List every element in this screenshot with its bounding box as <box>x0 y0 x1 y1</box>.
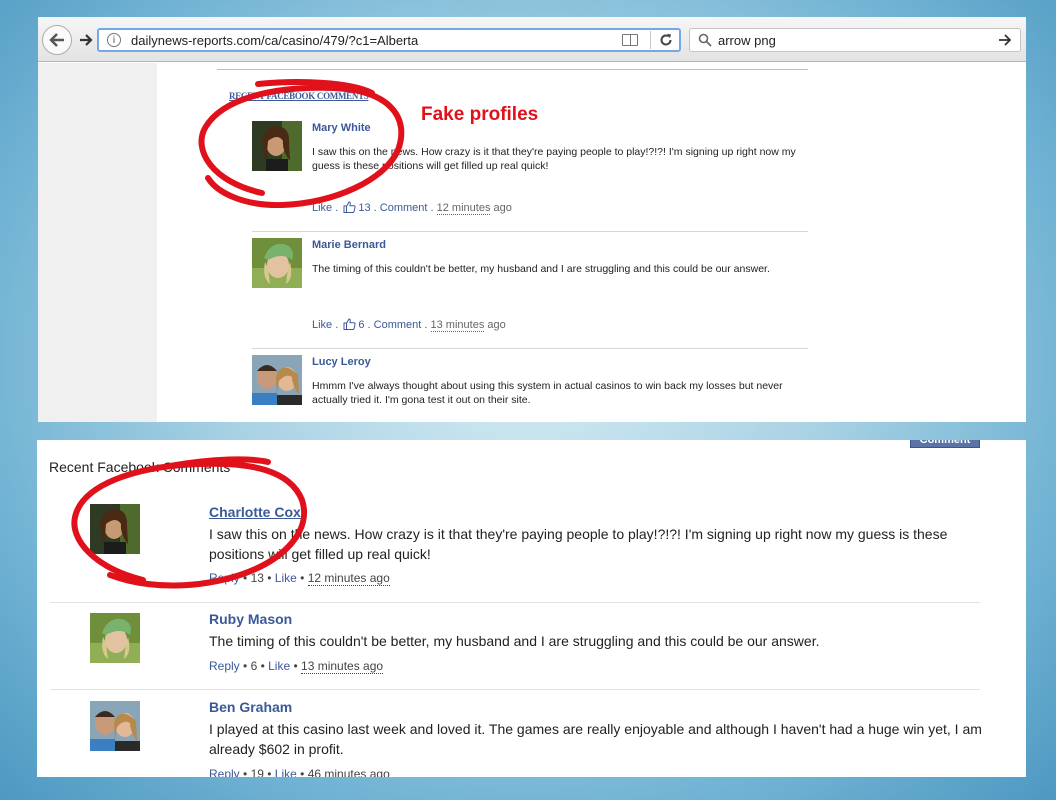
comment-text: Hmmm I've always thought about using thi… <box>312 380 783 406</box>
comment-text: I played at this casino last week and lo… <box>209 721 982 757</box>
comment-meta: Reply • 19 • Like • 46 minutes ago <box>209 767 390 777</box>
comment-timestamp: 46 minutes ago <box>307 767 390 777</box>
like-link[interactable]: Like <box>275 571 297 585</box>
like-link[interactable]: Like <box>312 202 332 214</box>
comment-author-name[interactable]: Lucy Leroy <box>312 356 371 368</box>
comment-divider <box>252 348 808 349</box>
comment-author-name[interactable]: Charlotte Cox <box>209 504 301 520</box>
comment-timestamp: 12 minutes <box>436 202 491 215</box>
reader-view-icon[interactable] <box>622 34 638 46</box>
like-count: 13 <box>250 571 264 585</box>
timestamp-suffix: ago <box>487 319 506 331</box>
avatar <box>90 504 140 554</box>
url-bar[interactable]: i dailynews-reports.com/ca/casino/479/?c… <box>97 28 681 52</box>
forward-button[interactable] <box>76 30 96 50</box>
comment-author-name[interactable]: Ben Graham <box>209 699 292 715</box>
search-go-icon[interactable] <box>998 34 1012 46</box>
back-arrow-icon <box>49 33 64 47</box>
like-count: 13 <box>358 202 371 214</box>
like-link[interactable]: Like <box>275 767 297 777</box>
comment-timestamp: 12 minutes ago <box>307 571 390 586</box>
url-text[interactable]: dailynews-reports.com/ca/casino/479/?c1=… <box>131 33 622 48</box>
comment-link[interactable]: Comment <box>380 202 428 214</box>
comment-text: The timing of this couldn't be better, m… <box>209 633 820 649</box>
comment-text: I saw this on the news. How crazy is it … <box>209 526 948 562</box>
recent-comments-heading: Recent Facebook Comments <box>49 459 231 475</box>
comment-timestamp: 13 minutes ago <box>301 659 384 674</box>
comment-timestamp: 13 minutes <box>430 319 485 332</box>
comment-button[interactable]: Comment <box>910 440 980 448</box>
like-link[interactable]: Like <box>268 659 290 673</box>
comment-text: I saw this on the news. How crazy is it … <box>312 146 796 172</box>
comment-divider <box>50 602 980 603</box>
comment-author-name[interactable]: Mary White <box>312 122 371 134</box>
avatar <box>252 121 302 171</box>
avatar <box>90 613 140 663</box>
reply-link[interactable]: Reply <box>209 659 240 673</box>
comment-divider <box>50 689 980 690</box>
comment-meta: Reply • 13 • Like • 12 minutes ago <box>209 571 390 586</box>
info-icon[interactable]: i <box>107 33 121 47</box>
back-button[interactable] <box>42 25 72 55</box>
comments-widget-screenshot: Comment Recent Facebook Comments Charlot… <box>37 440 1026 777</box>
like-count: 6 <box>358 319 365 331</box>
timestamp-suffix: ago <box>493 202 512 214</box>
url-divider <box>650 31 651 49</box>
thumbs-up-icon <box>343 318 356 330</box>
comment-meta: Like . 6 . Comment . 13 minutes ago <box>312 318 506 332</box>
page-left-margin <box>38 63 157 422</box>
browser-window-screenshot: i dailynews-reports.com/ca/casino/479/?c… <box>38 17 1026 422</box>
section-divider <box>217 69 808 70</box>
reply-link[interactable]: Reply <box>209 571 240 585</box>
like-count: 19 <box>250 767 264 777</box>
recent-comments-heading: RECENT FACEBOOK COMMENTS <box>229 91 369 101</box>
comment-link[interactable]: Comment <box>374 319 422 331</box>
search-bar[interactable]: arrow png <box>689 28 1021 52</box>
forward-arrow-icon <box>80 34 93 46</box>
fake-profiles-annotation: Fake profiles <box>421 104 539 125</box>
comment-meta: Reply • 6 • Like • 13 minutes ago <box>209 659 384 674</box>
search-input[interactable]: arrow png <box>718 33 998 48</box>
avatar <box>90 701 140 751</box>
comment-author-name[interactable]: Marie Bernard <box>312 239 386 251</box>
comment-text: The timing of this couldn't be better, m… <box>312 263 770 275</box>
avatar <box>252 238 302 288</box>
avatar <box>252 355 302 405</box>
browser-toolbar: i dailynews-reports.com/ca/casino/479/?c… <box>38 17 1026 62</box>
comment-meta: Like . 13 . Comment . 12 minutes ago <box>312 201 512 215</box>
search-icon <box>698 33 712 47</box>
comment-divider <box>252 231 808 232</box>
thumbs-up-icon <box>343 201 356 213</box>
like-link[interactable]: Like <box>312 319 332 331</box>
reply-link[interactable]: Reply <box>209 767 240 777</box>
reload-icon[interactable] <box>659 33 673 47</box>
comment-author-name[interactable]: Ruby Mason <box>209 611 292 627</box>
